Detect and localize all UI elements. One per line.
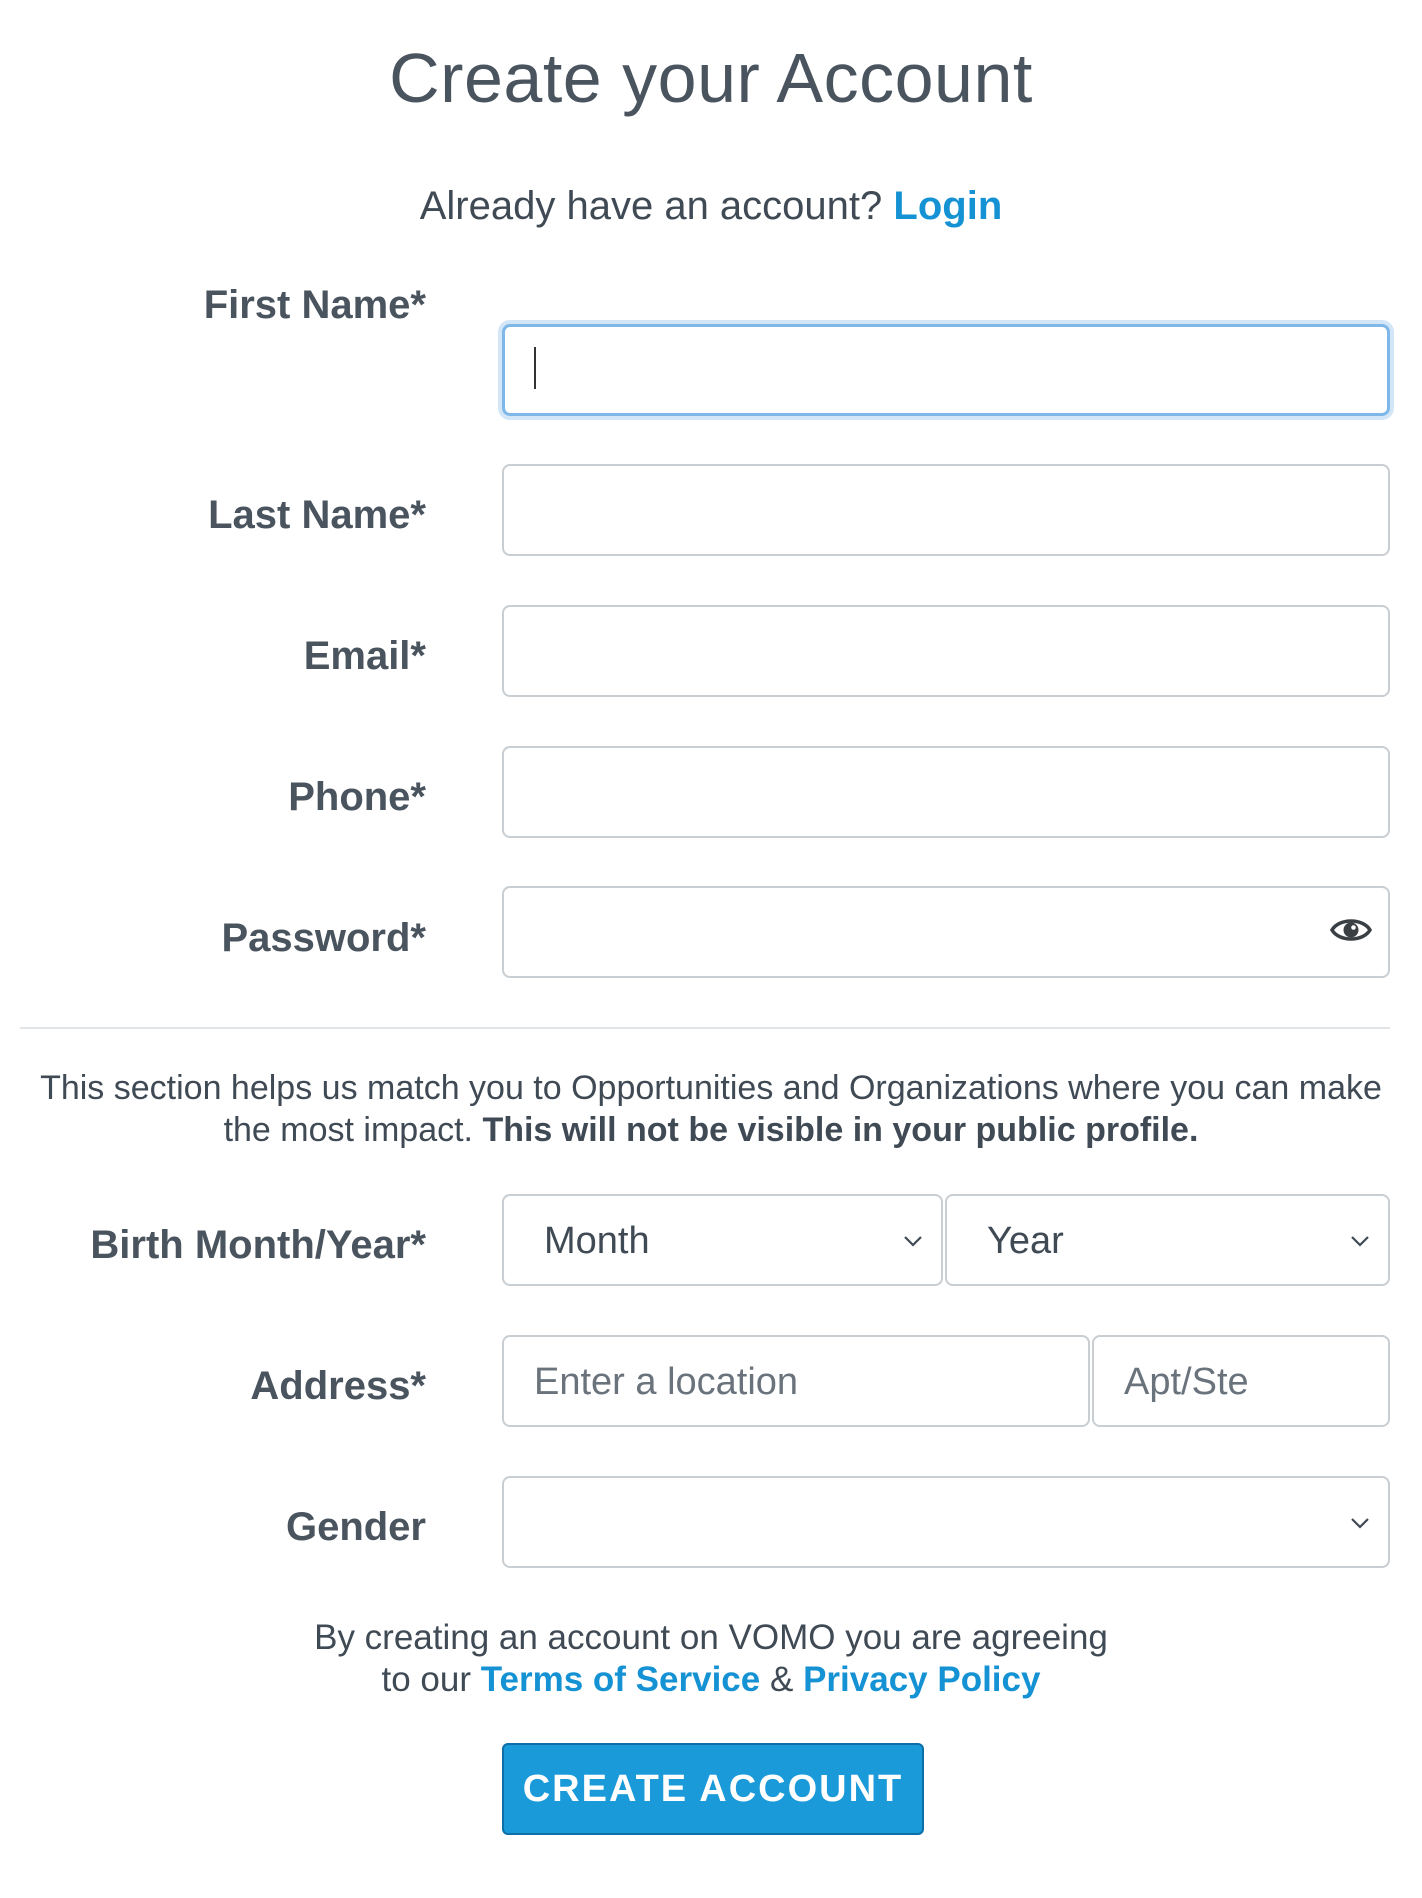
login-prompt: Already have an account? Login bbox=[0, 184, 1422, 229]
apt-input[interactable]: Apt/Ste bbox=[1092, 1335, 1390, 1427]
chevron-down-icon bbox=[1351, 1518, 1369, 1529]
terms-line1: By creating an account on VOMO you are a… bbox=[314, 1618, 1108, 1657]
create-account-button[interactable]: CREATE ACCOUNT bbox=[502, 1743, 924, 1835]
password-label: Password* bbox=[221, 916, 426, 960]
privacy-note-plain: the most impact. bbox=[223, 1111, 473, 1149]
privacy-note-line2: the most impact. This will not be visibl… bbox=[0, 1109, 1422, 1151]
address-label: Address* bbox=[250, 1364, 426, 1408]
terms-prefix: to our bbox=[381, 1660, 472, 1699]
birth-month-value: Month bbox=[544, 1220, 650, 1262]
text-cursor bbox=[534, 347, 536, 389]
birth-year-value: Year bbox=[987, 1220, 1064, 1262]
address-input[interactable]: Enter a location bbox=[502, 1335, 1090, 1427]
chevron-down-icon bbox=[1351, 1236, 1369, 1247]
email-label: Email* bbox=[303, 634, 426, 678]
phone-input[interactable] bbox=[502, 746, 1390, 838]
terms-ampersand: & bbox=[769, 1660, 794, 1699]
gender-select[interactable] bbox=[502, 1476, 1390, 1568]
birth-date-label: Birth Month/Year* bbox=[90, 1223, 426, 1267]
password-input[interactable] bbox=[502, 886, 1390, 978]
birth-month-select[interactable]: Month bbox=[502, 1194, 943, 1286]
gender-label: Gender bbox=[285, 1505, 426, 1549]
page-title: Create your Account bbox=[389, 39, 1033, 117]
first-name-input[interactable] bbox=[502, 324, 1390, 416]
first-name-label: First Name* bbox=[203, 283, 426, 327]
terms-of-service-link[interactable]: Terms of Service bbox=[481, 1660, 761, 1699]
address-placeholder: Enter a location bbox=[534, 1361, 799, 1403]
chevron-down-icon bbox=[904, 1236, 922, 1247]
section-divider bbox=[20, 1027, 1390, 1029]
eye-icon[interactable] bbox=[1330, 914, 1372, 946]
terms-notice: By creating an account on VOMO you are a… bbox=[0, 1617, 1422, 1701]
login-link[interactable]: Login bbox=[893, 184, 1002, 228]
privacy-note: This section helps us match you to Oppor… bbox=[0, 1067, 1422, 1151]
apt-placeholder: Apt/Ste bbox=[1124, 1361, 1249, 1403]
terms-line2: to our Terms of Service & Privacy Policy bbox=[0, 1659, 1422, 1701]
phone-label: Phone* bbox=[288, 775, 426, 819]
privacy-note-line1: This section helps us match you to Oppor… bbox=[40, 1069, 1382, 1107]
last-name-label: Last Name* bbox=[208, 493, 426, 537]
privacy-note-bold: This will not be visible in your public … bbox=[482, 1111, 1199, 1149]
last-name-input[interactable] bbox=[502, 464, 1390, 556]
birth-year-select[interactable]: Year bbox=[945, 1194, 1390, 1286]
login-prompt-text: Already have an account? bbox=[419, 184, 883, 228]
email-input[interactable] bbox=[502, 605, 1390, 697]
privacy-policy-link[interactable]: Privacy Policy bbox=[803, 1660, 1040, 1699]
